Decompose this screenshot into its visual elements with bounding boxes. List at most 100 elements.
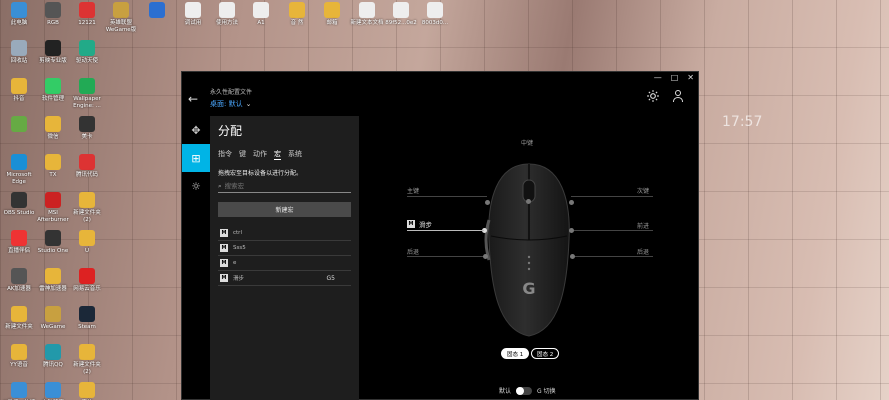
desktop-shortcut[interactable]: 微信 [36, 116, 70, 141]
shortcut-icon [393, 2, 409, 18]
shortcut-label: 12121 [78, 20, 96, 26]
hotspot-forward-right[interactable] [569, 228, 574, 233]
desktop-shortcut[interactable]: 此电脑 [2, 2, 36, 27]
hotspot-left[interactable] [485, 200, 490, 205]
desktop-shortcut[interactable]: 12121 [70, 2, 104, 27]
profile-selector[interactable]: 桌面: 默认 ⌄ [210, 99, 251, 109]
desktop-shortcut[interactable]: 抖音 [2, 78, 36, 103]
search-input[interactable] [224, 182, 335, 190]
desktop-shortcut[interactable]: AK加速器 [2, 268, 36, 293]
desktop-shortcut[interactable]: 新建文件夹 (2) [70, 344, 104, 375]
desktop-shortcut[interactable]: Microsoft Edge [2, 154, 36, 185]
mode-1-button[interactable]: 固态 1 [501, 348, 530, 359]
desktop-shortcut[interactable]: 英雄联盟 WeGame版 [104, 2, 138, 33]
desktop-shortcut[interactable]: YY语音 [2, 344, 36, 369]
desktop-shortcut[interactable]: RGB [36, 2, 70, 27]
shortcut-label: MSI Afterburner [37, 210, 69, 223]
shortcut-label: 驱动天使 [75, 58, 98, 64]
desktop-shortcut[interactable]: 8003d0... [418, 2, 452, 27]
desktop-shortcut[interactable]: MSI Afterburner [36, 192, 70, 223]
assigned-macro-label[interactable]: M 滑步 [407, 219, 432, 229]
shortcut-label: 腾讯代码 [75, 172, 98, 178]
tab-macros[interactable]: 宏 [274, 149, 281, 160]
desktop-shortcut[interactable]: AI助手 - 快速查找 [2, 382, 36, 400]
desktop-shortcut[interactable] [140, 2, 174, 20]
gear-icon[interactable] [646, 89, 660, 103]
shortcut-label: 腾讯QQ [43, 362, 63, 368]
hotspot-middle[interactable] [526, 199, 531, 204]
top-bar: ← 永久性配置文件 桌面: 默认 ⌄ [182, 72, 698, 114]
desktop-shortcut[interactable]: 网易云音乐 [70, 268, 104, 293]
desktop-shortcut[interactable]: 直播伴侣 [2, 230, 36, 255]
back-arrow-icon[interactable]: ← [188, 92, 198, 106]
desktop-shortcut[interactable]: 剪映专业版 [36, 40, 70, 65]
shortcut-label: OBS Studio [3, 210, 35, 216]
desktop-shortcut[interactable]: OBS Studio [2, 192, 36, 217]
new-macro-button[interactable]: 新建宏 [218, 202, 351, 217]
desktop-shortcut[interactable]: 回收站 [2, 40, 36, 65]
desktop-shortcut[interactable]: 调试用 [176, 2, 210, 27]
desktop-shortcut[interactable]: 音 然 [280, 2, 314, 27]
desktop-shortcut[interactable]: 新建文件夹 (2) [70, 192, 104, 223]
gshift-toggle[interactable] [516, 386, 533, 395]
tab-commands[interactable]: 指令 [218, 149, 232, 160]
desktop-shortcut[interactable]: 腾讯QQ [36, 344, 70, 369]
label-back-right: 后退 [637, 249, 650, 256]
desktop-shortcut[interactable]: 字体 [70, 382, 104, 400]
macro-item[interactable]: M ctrl [218, 226, 351, 241]
macro-item[interactable]: M e [218, 256, 351, 271]
macro-badge: M [220, 259, 228, 267]
shortcut-label: 网易云音乐 [73, 286, 101, 292]
shortcut-icon [253, 2, 269, 18]
shortcut-label: TX [49, 172, 57, 178]
desktop-shortcut[interactable]: 雷神加速器 [36, 268, 70, 293]
tab-actions[interactable]: 动作 [253, 149, 267, 160]
mode-2-button[interactable]: 固态 2 [531, 348, 560, 359]
macro-item[interactable]: M 滑步 G5 [218, 271, 351, 286]
shortcut-label: 新建文件夹 (2) [73, 362, 101, 375]
shortcut-icon [45, 40, 61, 56]
shortcut-icon [45, 382, 61, 398]
hotspot-right[interactable] [569, 200, 574, 205]
tab-system[interactable]: 系统 [288, 149, 302, 160]
desktop-shortcut[interactable]: 使用方法 [210, 2, 244, 27]
gshift-label: G 切换 [537, 388, 556, 395]
shortcut-icon [359, 2, 375, 18]
shortcut-icon [289, 2, 305, 18]
desktop-shortcut[interactable]: Steam [70, 306, 104, 331]
desktop-shortcut[interactable]: WeGame [36, 306, 70, 331]
assignment-panel: 分配 指令 键 动作 宏 系统 拖拽宏至目标设备以进行分配。 ⌕ 新建宏 M c… [210, 116, 359, 400]
desktop-shortcut[interactable]: 软件管理 [36, 78, 70, 103]
lighting-icon[interactable]: ☼ [182, 172, 210, 200]
desktop-shortcut[interactable]: U [70, 230, 104, 255]
hotspot-back-right[interactable] [570, 254, 575, 259]
desktop-shortcut[interactable]: 新建文件夹 [2, 306, 36, 331]
macro-item[interactable]: M Sss5 [218, 241, 351, 256]
desktop-shortcut[interactable]: 新建文本文档 [350, 2, 384, 27]
assign-icon[interactable]: ⊞ [182, 144, 210, 172]
move-icon[interactable]: ✥ [182, 116, 210, 144]
desktop-shortcut[interactable]: 邮箱 [315, 2, 349, 27]
shortcut-label: Wallpaper Engine: ... [73, 96, 101, 109]
shortcut-label: 邮箱 [326, 20, 338, 26]
desktop-shortcut[interactable]: Studio One [36, 230, 70, 255]
label-middle: 中键 [521, 140, 534, 147]
leader-line [573, 256, 653, 257]
desktop-shortcut[interactable]: 美卡 [70, 116, 104, 141]
tab-keys[interactable]: 键 [239, 149, 246, 160]
desktop-shortcut[interactable]: 电脑管家 [36, 382, 70, 400]
hotspot-back-left[interactable] [483, 254, 488, 259]
desktop-shortcut[interactable]: 驱动天使 [70, 40, 104, 65]
shortcut-label: 此电脑 [10, 20, 28, 26]
device-canvas: 中键 主键 次键 前进 后退 后退 G M 滑步 固态 1 固态 2 默认 G … [359, 116, 700, 400]
user-icon[interactable] [672, 89, 684, 103]
desktop-shortcut[interactable]: TX [36, 154, 70, 179]
desktop-shortcut[interactable] [2, 116, 36, 134]
shortcut-icon [149, 2, 165, 18]
shortcut-label: AK加速器 [7, 286, 31, 292]
shortcut-icon [427, 2, 443, 18]
desktop-shortcut[interactable]: 腾讯代码 [70, 154, 104, 179]
desktop-shortcut[interactable]: A1 [244, 2, 278, 27]
desktop-shortcut[interactable]: Wallpaper Engine: ... [70, 78, 104, 109]
desktop-shortcut[interactable]: 89f52...0e2 [384, 2, 418, 27]
